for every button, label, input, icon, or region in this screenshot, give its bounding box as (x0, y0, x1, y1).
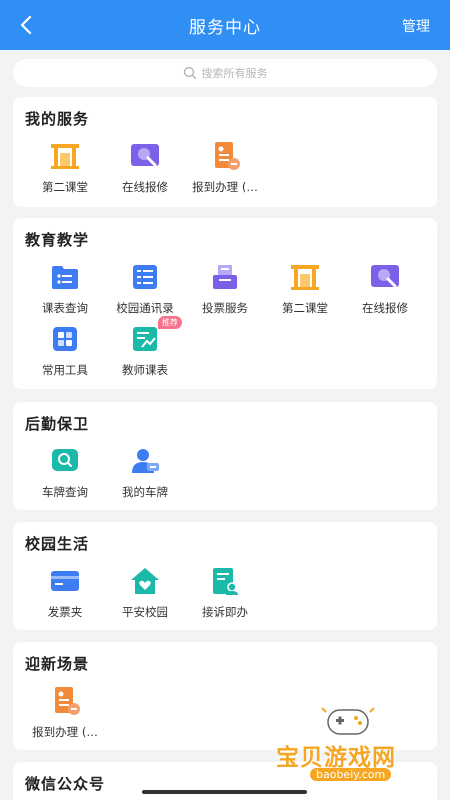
section-education: 教育教学 课表查询 校园通讯录 投票服务 第二课堂 在线报修 常用工具 推荐 教… (13, 218, 437, 389)
vote-icon (208, 260, 242, 294)
service-label: 平安校园 (122, 605, 168, 619)
tools-icon (48, 322, 82, 356)
manage-button[interactable]: 管理 (402, 16, 430, 36)
header-bar: 服务中心 管理 (0, 0, 450, 50)
search-icon (183, 66, 196, 80)
service-item-safe-campus[interactable]: 平安校园 (105, 564, 185, 626)
service-label: 第二课堂 (42, 180, 88, 194)
service-label: 接诉即办 (202, 605, 248, 619)
service-item-my-plate[interactable]: 我的车牌 (105, 444, 185, 506)
safe-campus-icon (128, 564, 162, 598)
repair-icon (368, 260, 402, 294)
page-title: 服务中心 (189, 17, 261, 38)
service-label: 发票夹 (47, 605, 83, 619)
home-indicator[interactable] (142, 790, 307, 794)
search-input[interactable]: 搜索所有服务 (13, 59, 437, 87)
repair-icon (128, 139, 162, 173)
service-item-campus-contacts[interactable]: 校园通讯录 (105, 260, 185, 322)
service-label: 校园通讯录 (116, 301, 174, 315)
chevron-left-icon (20, 16, 32, 34)
checkin-doc-icon (208, 139, 242, 173)
service-item-common-tools[interactable]: 常用工具 (25, 322, 105, 384)
section-title: 我的服务 (25, 110, 90, 128)
schedule-icon (48, 260, 82, 294)
service-item-schedule-query[interactable]: 课表查询 (25, 260, 105, 322)
section-logistics-security: 后勤保卫 车牌查询 我的车牌 (13, 402, 437, 510)
service-item-plate-query[interactable]: 车牌查询 (25, 444, 105, 506)
classroom-icon (48, 139, 82, 173)
invoice-icon (48, 564, 82, 598)
service-label: 常用工具 (42, 363, 88, 377)
service-item-online-repair[interactable]: 在线报修 (105, 139, 185, 201)
service-item-second-classroom[interactable]: 第二课堂 (25, 139, 105, 201)
service-label: 教师课表 (122, 363, 168, 377)
section-title: 后勤保卫 (25, 415, 90, 433)
watermark-url: baobeiy.com (310, 768, 392, 781)
section-title: 校园生活 (25, 535, 90, 553)
service-label: 第二课堂 (282, 301, 328, 315)
service-item-checkin[interactable]: 报到办理 (… (185, 139, 265, 201)
service-label: 课表查询 (42, 301, 88, 315)
recommend-badge: 推荐 (158, 316, 182, 329)
back-button[interactable] (14, 12, 38, 38)
search-placeholder: 搜索所有服务 (201, 67, 268, 80)
service-item-online-repair[interactable]: 在线报修 (345, 260, 425, 322)
service-label: 我的车牌 (122, 485, 168, 499)
service-item-complaint[interactable]: 接诉即办 (185, 564, 265, 626)
service-label: 报到办理 (… (32, 725, 98, 739)
service-item-teacher-schedule[interactable]: 推荐 教师课表 (105, 316, 185, 384)
section-title: 迎新场景 (25, 655, 90, 673)
service-label: 报到办理 (… (192, 180, 258, 194)
plate-search-icon (48, 444, 82, 478)
service-label: 在线报修 (122, 180, 168, 194)
service-label: 在线报修 (362, 301, 408, 315)
service-label: 车牌查询 (42, 485, 88, 499)
section-my-services: 我的服务 第二课堂 在线报修 报到办理 (… (13, 97, 437, 207)
service-item-checkin[interactable]: 报到办理 (… (25, 684, 105, 746)
service-label: 投票服务 (202, 301, 248, 315)
contacts-icon (128, 260, 162, 294)
teacher-schedule-icon: 推荐 (128, 316, 182, 356)
checkin-doc-icon (48, 684, 82, 718)
service-item-invoice[interactable]: 发票夹 (25, 564, 105, 626)
site-watermark: 宝贝游戏网 baobeiy.com (268, 700, 428, 790)
classroom-icon (288, 260, 322, 294)
section-title: 教育教学 (25, 231, 90, 249)
section-campus-life: 校园生活 发票夹 平安校园 接诉即办 (13, 522, 437, 630)
my-plate-icon (128, 444, 162, 478)
watermark-text: 宝贝游戏网 (276, 745, 396, 771)
gamepad-icon (321, 707, 375, 735)
service-item-vote[interactable]: 投票服务 (185, 260, 265, 322)
complaint-icon (208, 564, 242, 598)
service-item-second-classroom[interactable]: 第二课堂 (265, 260, 345, 322)
